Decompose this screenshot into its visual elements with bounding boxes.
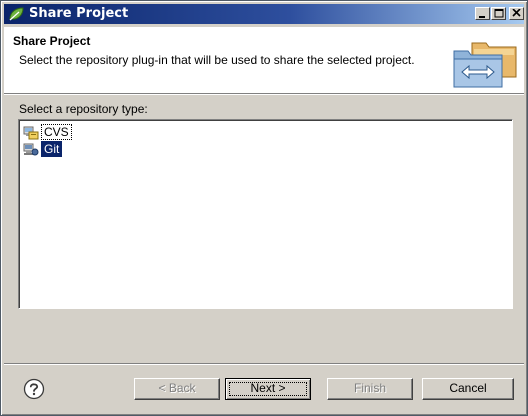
window-title: Share Project xyxy=(29,6,129,21)
title-bar[interactable]: Share Project xyxy=(4,4,524,24)
page-description: Select the repository plug-in that will … xyxy=(19,53,415,67)
share-folders-icon xyxy=(453,42,517,88)
page-title: Share Project xyxy=(13,34,91,48)
repository-type-list[interactable]: CVS Git xyxy=(18,119,513,309)
close-icon xyxy=(512,9,521,17)
next-button-label: Next > xyxy=(250,381,286,395)
help-icon[interactable] xyxy=(23,378,45,400)
list-item-cvs[interactable]: CVS xyxy=(23,124,72,140)
share-project-dialog: Share Project Share Project Select the r… xyxy=(0,0,528,416)
back-button[interactable]: < Back xyxy=(134,378,220,400)
wizard-header: Share Project Select the repository plug… xyxy=(4,27,524,94)
cancel-button[interactable]: Cancel xyxy=(422,378,514,400)
maximize-button[interactable] xyxy=(491,7,506,20)
minimize-button[interactable] xyxy=(475,7,490,20)
list-item-label: CVS xyxy=(41,124,72,140)
close-button[interactable] xyxy=(509,7,524,20)
maximize-icon xyxy=(494,9,504,18)
finish-button[interactable]: Finish xyxy=(327,378,413,400)
minimize-icon xyxy=(479,16,485,18)
header-separator xyxy=(4,94,524,95)
cvs-icon xyxy=(23,126,39,140)
git-icon xyxy=(23,143,39,156)
next-button[interactable]: Next > xyxy=(225,378,311,400)
list-item-git[interactable]: Git xyxy=(23,141,63,157)
button-bar-separator xyxy=(4,363,524,365)
leaf-icon xyxy=(9,7,24,21)
list-item-label: Git xyxy=(41,141,63,157)
repository-type-label: Select a repository type: xyxy=(19,102,148,116)
